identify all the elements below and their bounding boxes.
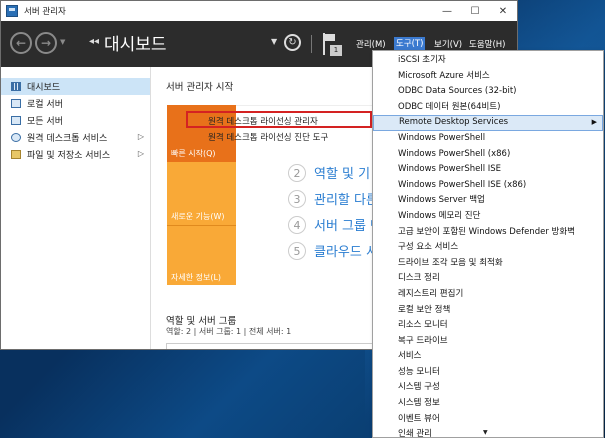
menu-item-local-security-policy[interactable]: 로컬 보안 정책 xyxy=(373,303,603,319)
window-title: 서버 관리자 xyxy=(24,7,66,17)
sidebar-item-label: 모든 서버 xyxy=(27,117,63,127)
menu-item-event-viewer[interactable]: 이벤트 뷰어 xyxy=(373,412,603,428)
role-tile[interactable] xyxy=(166,343,376,349)
menu-item-print-management[interactable]: 인쇄 관리 xyxy=(373,427,603,437)
minimize-button[interactable]: — xyxy=(433,1,461,21)
notifications-flag-icon[interactable]: 1 xyxy=(321,33,343,57)
roles-stats: 역할: 2 | 서버 그룹: 1 | 전체 서버: 1 xyxy=(166,327,292,336)
submenu-arrow-icon: ▶ xyxy=(591,118,597,127)
folder-icon xyxy=(11,150,21,159)
server-manager-icon xyxy=(6,5,18,17)
notification-count: 1 xyxy=(330,45,342,56)
menu-item-system-information[interactable]: 시스템 정보 xyxy=(373,396,603,412)
step-label: 역할 및 기 xyxy=(314,167,371,182)
tile-divider xyxy=(167,225,236,226)
sidebar-item-label: 파일 및 저장소 서비스 xyxy=(27,151,111,161)
menu-item-defrag[interactable]: 드라이브 조각 모음 및 최적화 xyxy=(373,256,603,272)
step-add-servers[interactable]: 3 관리할 다른 xyxy=(288,189,378,208)
sidebar-item-remote-desktop[interactable]: 원격 데스크톱 서비스 ▷ xyxy=(1,129,150,146)
maximize-button[interactable]: ☐ xyxy=(461,1,489,21)
sidebar-item-dashboard[interactable]: 대시보드 xyxy=(1,78,150,95)
server-icon xyxy=(11,99,21,108)
section-title: 서버 관리자 시작 xyxy=(166,82,234,93)
menu-item-powershell-ise[interactable]: Windows PowerShell ISE xyxy=(373,162,603,178)
menu-item-system-configuration[interactable]: 시스템 구성 xyxy=(373,380,603,396)
refresh-icon[interactable]: ↻ xyxy=(284,34,301,51)
menu-item-odbc-64[interactable]: ODBC 데이터 원본(64비트) xyxy=(373,100,603,116)
sidebar-item-all-servers[interactable]: 모든 서버 xyxy=(1,112,150,129)
servers-icon xyxy=(11,116,21,125)
menu-item-disk-cleanup[interactable]: 디스크 정리 xyxy=(373,271,603,287)
forward-arrow-icon[interactable]: → xyxy=(35,32,57,54)
page-title: 대시보드 xyxy=(104,35,167,55)
menu-item-powershell[interactable]: Windows PowerShell xyxy=(373,131,603,147)
link-rd-licensing-diagnoser[interactable]: 원격 데스크톱 라이선싱 진단 도구 xyxy=(208,131,328,143)
tools-menu-dropdown: iSCSI 초기자 Microsoft Azure 서비스 ODBC Data … xyxy=(372,50,604,438)
roles-section-title: 역할 및 서버 그룹 xyxy=(166,316,237,327)
step-cloud-services[interactable]: 5 클라우드 서 xyxy=(288,241,378,260)
learn-more-label[interactable]: 자세한 정보(L) xyxy=(171,272,221,283)
scroll-down-icon[interactable]: ▼ xyxy=(483,429,488,436)
menu-item-azure[interactable]: Microsoft Azure 서비스 xyxy=(373,69,603,85)
menu-item-label: Remote Desktop Services xyxy=(399,117,509,128)
breadcrumb-arrows-icon: ◂◂ xyxy=(89,36,100,47)
menu-item-defender-firewall[interactable]: 고급 보안이 포함된 Windows Defender 방화벽 xyxy=(373,225,603,241)
close-button[interactable]: ✕ xyxy=(489,1,517,21)
menu-item-powershell-ise-x86[interactable]: Windows PowerShell ISE (x86) xyxy=(373,178,603,194)
sidebar-item-label: 원격 데스크톱 서비스 xyxy=(27,134,108,144)
menu-item-performance-monitor[interactable]: 성능 모니터 xyxy=(373,365,603,381)
chevron-right-icon: ▷ xyxy=(137,149,144,158)
remote-desktop-icon xyxy=(11,133,21,142)
back-arrow-icon[interactable]: ← xyxy=(10,32,32,54)
header-dropdown-icon[interactable]: ▼ xyxy=(271,37,277,46)
side-tiles: 새로운 기능(W) 자세한 정보(L) xyxy=(167,162,236,285)
menu-item-powershell-x86[interactable]: Windows PowerShell (x86) xyxy=(373,147,603,163)
sidebar-item-file-storage[interactable]: 파일 및 저장소 서비스 ▷ xyxy=(1,146,150,163)
sidebar-item-label: 로컬 서버 xyxy=(27,100,63,110)
sidebar-item-label: 대시보드 xyxy=(27,83,61,93)
menu-item-recovery-drive[interactable]: 복구 드라이브 xyxy=(373,334,603,350)
step-number: 5 xyxy=(288,241,306,260)
menu-item-memory-diagnostic[interactable]: Windows 메모리 진단 xyxy=(373,209,603,225)
header-divider xyxy=(311,35,312,53)
menu-item-server-backup[interactable]: Windows Server 백업 xyxy=(373,193,603,209)
step-number: 2 xyxy=(288,163,306,182)
step-number: 3 xyxy=(288,189,306,208)
menu-item-registry-editor[interactable]: 레지스트리 편집기 xyxy=(373,287,603,303)
step-add-roles[interactable]: 2 역할 및 기 xyxy=(288,163,370,182)
step-label: 클라우드 서 xyxy=(314,245,378,260)
sidebar: 대시보드 로컬 서버 모든 서버 원격 데스크톱 서비스 ▷ 파일 및 저장소 … xyxy=(1,67,151,349)
menu-item-odbc-32[interactable]: ODBC Data Sources (32-bit) xyxy=(373,84,603,100)
step-create-group[interactable]: 4 서버 그룹 만 xyxy=(288,215,382,234)
history-dropdown-icon[interactable]: ▼ xyxy=(60,38,65,46)
menu-item-component-services[interactable]: 구성 요소 서비스 xyxy=(373,240,603,256)
menu-item-resource-monitor[interactable]: 리소스 모니터 xyxy=(373,318,603,334)
menu-item-services[interactable]: 서비스 xyxy=(373,349,603,365)
chevron-right-icon: ▷ xyxy=(137,132,144,141)
title-bar: 서버 관리자 — ☐ ✕ xyxy=(1,1,517,21)
quick-start-label: 빠른 시작(Q) xyxy=(171,149,216,158)
link-rd-licensing-manager[interactable]: 원격 데스크톱 라이선싱 관리자 xyxy=(208,115,318,127)
menu-item-iscsi[interactable]: iSCSI 초기자 xyxy=(373,53,603,69)
dashboard-icon xyxy=(11,82,21,91)
whats-new-label[interactable]: 새로운 기능(W) xyxy=(171,211,225,222)
menu-item-remote-desktop-services[interactable]: Remote Desktop Services ▶ xyxy=(373,115,603,131)
sidebar-item-local-server[interactable]: 로컬 서버 xyxy=(1,95,150,112)
step-label: 관리할 다른 xyxy=(314,193,378,208)
step-number: 4 xyxy=(288,215,306,234)
